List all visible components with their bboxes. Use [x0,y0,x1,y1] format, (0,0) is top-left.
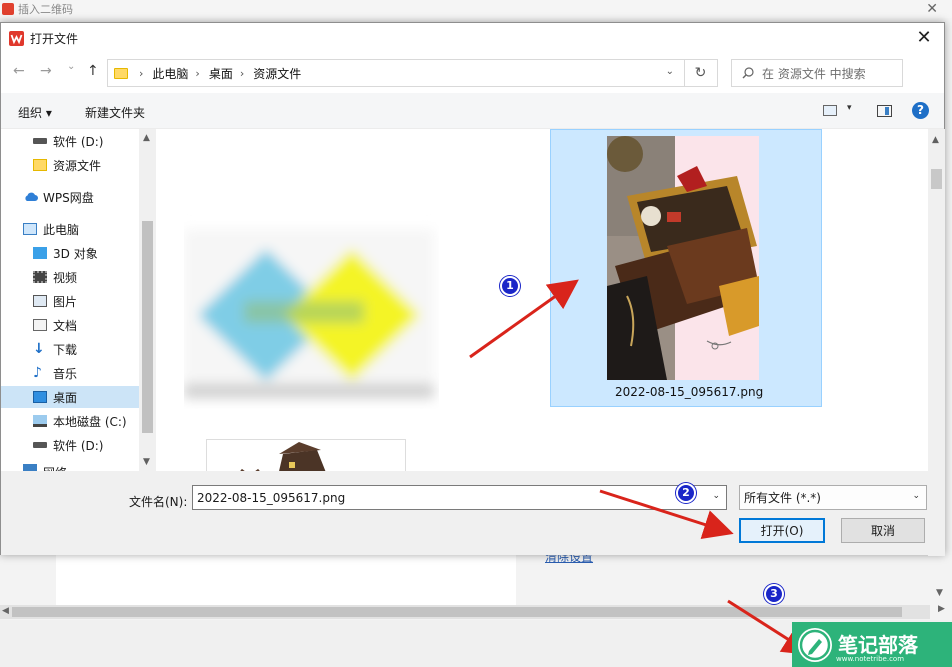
breadcrumb-desktop[interactable]: 桌面 [209,65,233,82]
organize-menu[interactable]: 组织 ▾ [18,104,52,121]
wps-logo-icon [9,30,24,46]
file-type-select[interactable]: 所有文件 (*.*) ⌄ [739,485,927,510]
cloud-icon [23,191,38,203]
pen-logo-icon [798,627,832,662]
filename-label: 文件名(N): [129,495,188,509]
breadcrumb-separator-icon: › [195,66,200,80]
file-type-dropdown-icon[interactable]: ⌄ [912,491,920,501]
sidebar-scroll-thumb[interactable] [142,221,153,433]
scroll-up-icon[interactable]: ▲ [932,135,939,145]
picture-icon [33,295,47,307]
back-arrow-icon[interactable]: ← [13,63,25,79]
file-type-value: 所有文件 (*.*) [744,491,821,505]
filename-dropdown-icon[interactable]: ⌄ [712,491,720,501]
scroll-left-icon[interactable]: ◀ [2,606,9,616]
view-mode-dropdown-icon[interactable]: ▾ [847,103,852,113]
refresh-icon: ↻ [694,65,707,81]
sidebar-scrollbar[interactable]: ▲ ▼ [139,129,156,471]
watermark-url: www.notetribe.com [836,655,905,663]
background-window-title: 插入二维码 [18,3,73,16]
dialog-titlebar: 打开文件 ✕ [1,23,944,53]
address-toolbar: ← → ⌄ ↑ › 此电脑 › 桌面 › 资源文件 ⌄ ↻ 在 资源文件 中搜索 [1,57,944,89]
annotation-marker-3: 3 [764,584,784,604]
file-item-selected[interactable]: 2022-08-15_095617.png [550,129,822,407]
watermark-text: 笔记部落 [838,632,918,657]
music-icon: ♪ [33,365,42,381]
sidebar-item-wps-cloud[interactable]: WPS网盘 [1,186,139,208]
search-placeholder: 在 资源文件 中搜索 [762,66,866,81]
sidebar-item-local-disk-c[interactable]: 本地磁盘 (C:) [1,410,139,432]
dialog-footer: 文件名(N): 2022-08-15_095617.png ⌄ 所有文件 (*.… [1,471,944,555]
dialog-title: 打开文件 [30,31,79,46]
open-button[interactable]: 打开(O) [739,518,825,543]
refresh-button[interactable]: ↻ [684,59,718,87]
sidebar-item-documents[interactable]: 文档 [1,314,139,336]
address-dropdown-icon[interactable]: ⌄ [666,66,674,77]
drive-icon [33,138,47,144]
scroll-up-icon[interactable]: ▲ [143,133,150,143]
sidebar-item-pictures[interactable]: 图片 [1,290,139,312]
breadcrumb-separator-icon: › [139,66,144,80]
annotation-marker-2: 2 [676,483,696,503]
scroll-right-icon[interactable]: ▶ [938,604,945,614]
view-mode-icon[interactable] [823,105,837,116]
file-thumbnail-wps-logo [184,229,434,399]
file-thumbnail-image [607,136,759,380]
file-item-partial[interactable] [206,439,406,471]
file-list: 2022-08-15_095617.png [158,129,928,471]
file-thumbnail-house [240,442,326,471]
filename-value: 2022-08-15_095617.png [197,490,346,505]
watermark: 笔记部落 www.notetribe.com [792,622,952,667]
dialog-close-icon[interactable]: ✕ [914,28,934,48]
folder-icon [33,159,47,171]
cancel-button[interactable]: 取消 [841,518,925,543]
sidebar-item-drive-d-2[interactable]: 软件 (D:) [1,434,139,456]
cube-icon [33,247,47,259]
breadcrumb-resource-files[interactable]: 资源文件 [253,65,301,82]
annotation-marker-1: 1 [500,276,520,296]
background-close-icon[interactable]: ✕ [926,0,938,18]
open-file-dialog: 打开文件 ✕ ← → ⌄ ↑ › 此电脑 › 桌面 › 资源文件 ⌄ ↻ 在 资… [0,22,945,556]
preview-pane-icon[interactable] [877,105,892,117]
drive-icon [33,442,47,448]
file-list-scroll-thumb[interactable] [931,169,942,189]
sidebar-item-resource-files[interactable]: 资源文件 [1,154,139,176]
sidebar-item-3d-objects[interactable]: 3D 对象 [1,242,139,264]
video-icon [33,271,47,283]
search-input[interactable]: 在 资源文件 中搜索 [731,59,903,87]
file-item-blurred[interactable] [184,209,439,409]
filename-input[interactable]: 2022-08-15_095617.png ⌄ [192,485,727,510]
up-arrow-icon[interactable]: ↑ [87,63,99,79]
new-folder-button[interactable]: 新建文件夹 [85,104,145,121]
background-horizontal-scrollbar[interactable]: ◀ [0,605,930,619]
horizontal-scroll-thumb[interactable] [12,607,902,617]
sidebar-item-downloads[interactable]: ↓ 下载 [1,338,139,360]
desktop-icon [33,391,47,403]
folder-icon [114,67,128,79]
selected-file-name: 2022-08-15_095617.png [615,385,764,399]
sidebar-item-desktop[interactable]: 桌面 [1,386,139,408]
search-icon [742,67,754,79]
computer-icon [23,223,37,235]
background-panel [56,555,516,605]
help-icon[interactable]: ? [912,102,929,119]
command-bar: 组织 ▾ 新建文件夹 ▾ ? [1,93,944,129]
background-scroll-down-icon[interactable]: ▼ [936,588,943,598]
background-titlebar: 插入二维码 ✕ [0,0,952,18]
address-bar[interactable]: › 此电脑 › 桌面 › 资源文件 ⌄ [107,59,685,87]
disk-icon [33,415,47,427]
download-icon: ↓ [33,341,45,357]
scroll-down-icon[interactable]: ▼ [143,457,150,467]
sidebar-item-videos[interactable]: 视频 [1,266,139,288]
sidebar-item-drive-d[interactable]: 软件 (D:) [1,130,139,152]
forward-arrow-icon[interactable]: → [40,63,52,79]
document-icon [33,319,47,331]
wps-app-icon [2,3,14,15]
recent-locations-icon[interactable]: ⌄ [67,61,75,72]
breadcrumb-this-pc[interactable]: 此电脑 [152,65,188,82]
sidebar-item-this-pc[interactable]: 此电脑 [1,218,139,240]
sidebar-item-music[interactable]: ♪ 音乐 [1,362,139,384]
navigation-pane: 软件 (D:) 资源文件 WPS网盘 此电脑 3D 对象 视频 图片 文档 ↓ … [1,129,156,476]
breadcrumb-separator-icon: › [239,66,245,80]
